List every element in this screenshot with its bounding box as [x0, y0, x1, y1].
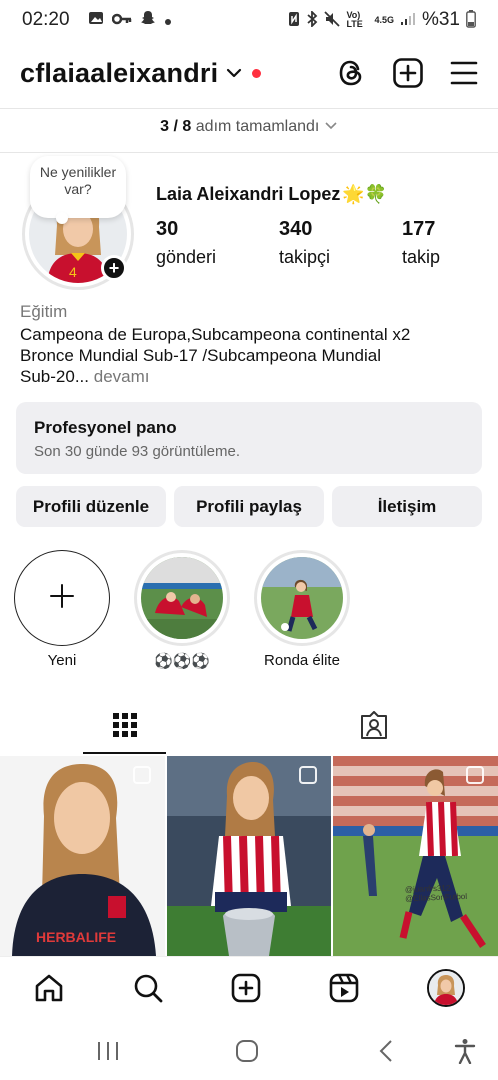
share-profile-button[interactable]: Profili paylaş [174, 486, 324, 527]
progress-text: adım tamamlandı [195, 118, 320, 136]
status-time: 02:20 [22, 9, 70, 30]
stat-followers-label: takipçi [279, 247, 331, 267]
stat-posts-label: gönderi [156, 247, 217, 267]
svg-text:4: 4 [69, 264, 77, 280]
highlight-ring [134, 550, 230, 646]
mute-icon [324, 10, 341, 30]
posts-grid: HERBALIFE @juanfrs312 @EllasSonFutbol [0, 756, 498, 956]
multi-select-icon[interactable] [299, 766, 318, 784]
key-icon [111, 10, 132, 31]
bio-line: Sub-20... [20, 367, 89, 386]
highlight-item[interactable]: Ronda élite [252, 550, 352, 669]
stat-posts-value: 30 [156, 218, 179, 240]
profile-avatar-tab[interactable] [426, 968, 465, 1007]
stat-following[interactable]: 177 takip [402, 218, 498, 268]
menu-icon[interactable] [450, 60, 478, 86]
highlight-new[interactable]: Yeni [12, 550, 112, 669]
gallery-icon [88, 10, 104, 31]
home-icon[interactable] [33, 972, 65, 1004]
profile-full-name: Laia Aleixandri Lopez 🌟🍀 [156, 184, 387, 205]
tab-tagged[interactable] [249, 700, 498, 754]
highlight-ring [254, 550, 350, 646]
note-bubble[interactable]: Ne yenilikler var? [30, 156, 126, 224]
unread-dot [252, 68, 262, 78]
stat-following-value: 177 [402, 218, 436, 240]
battery-percent: %31 [421, 9, 460, 30]
highlight-cover [261, 557, 343, 639]
svg-text:HERBALIFE: HERBALIFE [36, 929, 116, 945]
new-highlight-ring [14, 550, 110, 646]
network-speed-label: 4.5G [374, 15, 394, 25]
multi-select-icon[interactable] [132, 766, 151, 784]
stat-followers[interactable]: 340 takipçi [279, 218, 402, 268]
add-story-icon[interactable]: + [101, 255, 127, 281]
snapchat-icon [140, 10, 156, 31]
profile-bio[interactable]: Campeona de Europa,Subcampeona continent… [20, 324, 480, 387]
system-navigation [0, 1022, 498, 1080]
profile-content-tabs [0, 700, 498, 754]
back-icon[interactable] [378, 1039, 394, 1063]
profile-action-buttons: Profili düzenle Profili paylaş İletişim [16, 486, 482, 527]
dashboard-title: Profesyonel pano [34, 418, 177, 437]
progress-count: 3 / 8 [160, 118, 192, 136]
profile-category: Eğitim [20, 302, 68, 321]
recent-apps-icon[interactable] [96, 1040, 120, 1062]
grid-icon [112, 712, 138, 743]
accessibility-icon[interactable] [454, 1038, 476, 1064]
highlight-item[interactable]: ⚽⚽⚽ [132, 550, 232, 670]
highlight-label: ⚽⚽⚽ [153, 653, 211, 670]
nfc-icon [288, 11, 300, 30]
dashboard-subtitle: Son 30 günde 93 görüntüleme. [34, 443, 240, 460]
post-thumbnail[interactable]: HERBALIFE [0, 756, 165, 956]
header-divider [0, 108, 498, 109]
profile-header: cflaiaaleixandri [0, 48, 498, 98]
highlight-label: Ronda élite [264, 652, 340, 669]
bio-line: Campeona de Europa,Subcampeona continent… [20, 325, 411, 344]
full-name-emojis: 🌟🍀 [342, 184, 388, 204]
note-text: Ne yenilikler var? [39, 164, 117, 197]
notification-dot-icon [164, 10, 172, 31]
create-icon[interactable] [230, 972, 262, 1004]
profile-stats: 30 gönderi 340 takipçi 177 takip [156, 218, 498, 268]
stat-posts[interactable]: 30 gönderi [156, 218, 279, 268]
multi-select-icon[interactable] [466, 766, 485, 784]
threads-icon[interactable] [336, 58, 366, 88]
bluetooth-icon [306, 9, 318, 30]
post-thumbnail[interactable] [166, 756, 332, 956]
volte-label: Vo) LTE [346, 10, 363, 29]
signal-icon [400, 12, 416, 29]
highlight-cover [141, 557, 223, 639]
edit-profile-button[interactable]: Profili düzenle [16, 486, 166, 527]
contact-button[interactable]: İletişim [332, 486, 482, 527]
account-username[interactable]: cflaiaaleixandri [20, 58, 218, 89]
highlight-label: Yeni [47, 652, 77, 669]
plus-icon [48, 582, 76, 615]
status-bar: 02:20 Vo) LTE 4.5G %31 [0, 0, 498, 40]
full-name-text: Laia Aleixandri Lopez [156, 184, 341, 204]
bottom-navigation [0, 956, 498, 1018]
post-watermark: @juanfrs312 @EllasSonFutbol [405, 883, 468, 904]
bio-line: Bronce Mundial Sub-17 /Subcampeona Mundi… [20, 346, 382, 365]
chevron-down-icon [324, 118, 338, 136]
create-post-icon[interactable] [392, 57, 424, 89]
post-thumbnail[interactable]: @juanfrs312 @EllasSonFutbol [333, 756, 498, 956]
bio-more-link[interactable]: devamı [94, 367, 150, 386]
tab-posts-grid[interactable] [0, 700, 249, 754]
home-button-icon[interactable] [235, 1039, 259, 1063]
stat-following-label: takip [402, 247, 441, 267]
setup-progress[interactable]: 3 / 8 adım tamamlandı [0, 118, 498, 136]
reels-icon[interactable] [328, 972, 360, 1004]
progress-divider [0, 152, 498, 153]
battery-icon [466, 9, 476, 31]
chevron-down-icon[interactable] [226, 67, 242, 79]
professional-dashboard[interactable]: Profesyonel pano Son 30 günde 93 görüntü… [16, 402, 482, 474]
stat-followers-value: 340 [279, 218, 313, 240]
tagged-person-icon [359, 710, 389, 744]
search-icon[interactable] [132, 972, 164, 1004]
